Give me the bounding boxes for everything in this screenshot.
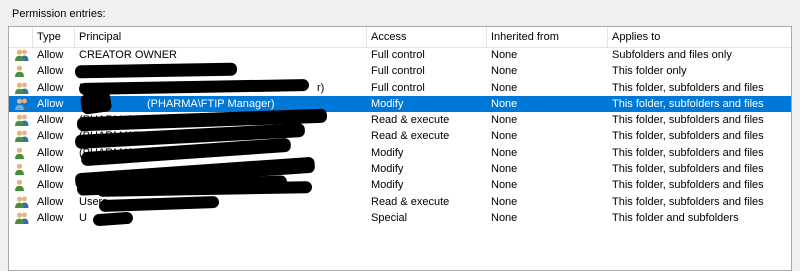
list-header: Type Principal Access Inherited from App… — [9, 27, 791, 48]
row-access: Modify — [371, 163, 404, 176]
user-icon — [15, 179, 29, 192]
row-type: Allow — [37, 97, 64, 110]
row-access: Full control — [371, 81, 425, 94]
row-access: Read & execute — [371, 130, 450, 143]
row-inherited-from: None — [491, 163, 518, 176]
row-inherited-from: None — [491, 146, 518, 159]
row-inherited-from: None — [491, 211, 518, 224]
row-applies-to: Subfolders and files only — [612, 49, 732, 61]
row-type: Allow — [37, 49, 64, 61]
user-group-icon — [15, 114, 29, 127]
user-icon — [15, 65, 29, 78]
header-icon-column — [9, 27, 33, 47]
user-group-icon — [15, 130, 29, 143]
row-access: Full control — [371, 65, 425, 78]
permission-row[interactable]: Allow (PHARMA\FTIP Manager) Modify None This… — [9, 95, 791, 113]
column-header-inherited-from[interactable]: Inherited from — [487, 27, 608, 47]
row-applies-to: This folder, subfolders and files — [612, 97, 764, 110]
row-applies-to: This folder only — [612, 65, 687, 78]
redaction-mark — [79, 91, 113, 115]
row-inherited-from: None — [491, 81, 518, 94]
column-header-access[interactable]: Access — [367, 27, 487, 47]
row-inherited-from: None — [491, 114, 518, 127]
row-applies-to: This folder and subfolders — [612, 211, 739, 224]
user-icon — [15, 163, 29, 176]
row-access: Modify — [371, 146, 404, 159]
permission-entries-label: Permission entries: — [12, 8, 106, 20]
user-icon — [15, 147, 29, 159]
row-type: Allow — [37, 163, 64, 176]
row-applies-to: This folder, subfolders and files — [612, 130, 764, 143]
row-inherited-from: None — [491, 97, 518, 110]
row-inherited-from: None — [491, 195, 518, 208]
row-principal-tail: r) — [317, 81, 325, 94]
row-applies-to: This folder, subfolders and files — [612, 163, 764, 176]
row-inherited-from: None — [491, 130, 518, 143]
column-header-type[interactable]: Type — [33, 27, 75, 47]
row-applies-to: This folder, subfolders and files — [612, 146, 764, 159]
row-access: Full control — [371, 49, 425, 61]
row-type: Allow — [37, 114, 64, 127]
row-type: Allow — [37, 211, 64, 224]
row-type: Allow — [37, 65, 64, 78]
user-group-icon — [15, 82, 29, 94]
user-group-icon — [15, 49, 29, 61]
row-access: Read & execute — [371, 114, 450, 127]
row-access: Read & execute — [371, 195, 450, 208]
row-applies-to: This folder, subfolders and files — [612, 179, 764, 192]
user-group-icon — [15, 212, 29, 224]
row-access: Modify — [371, 179, 404, 192]
row-applies-to: This folder, subfolders and files — [612, 195, 764, 208]
row-access: Special — [371, 211, 408, 224]
permission-entries-list[interactable]: Type Principal Access Inherited from App… — [8, 26, 792, 271]
user-group-icon — [15, 98, 29, 110]
row-type: Allow — [37, 130, 64, 143]
row-type: Allow — [37, 179, 64, 192]
user-group-icon — [15, 196, 29, 208]
permission-row[interactable]: Allow CREATOR OWNER Full control None Subfol… — [9, 47, 791, 63]
row-access: Modify — [371, 97, 404, 110]
row-inherited-from: None — [491, 179, 518, 192]
row-applies-to: This folder, subfolders and files — [612, 81, 764, 94]
row-type: Allow — [37, 146, 64, 159]
row-type: Allow — [37, 81, 64, 94]
row-inherited-from: None — [491, 65, 518, 78]
row-type: Allow — [37, 195, 64, 208]
row-principal: CREATOR OWNER — [79, 49, 177, 61]
row-inherited-from: None — [491, 49, 518, 61]
row-applies-to: This folder, subfolders and files — [612, 114, 764, 127]
column-header-applies-to[interactable]: Applies to — [608, 27, 791, 47]
column-header-principal[interactable]: Principal — [75, 27, 367, 47]
